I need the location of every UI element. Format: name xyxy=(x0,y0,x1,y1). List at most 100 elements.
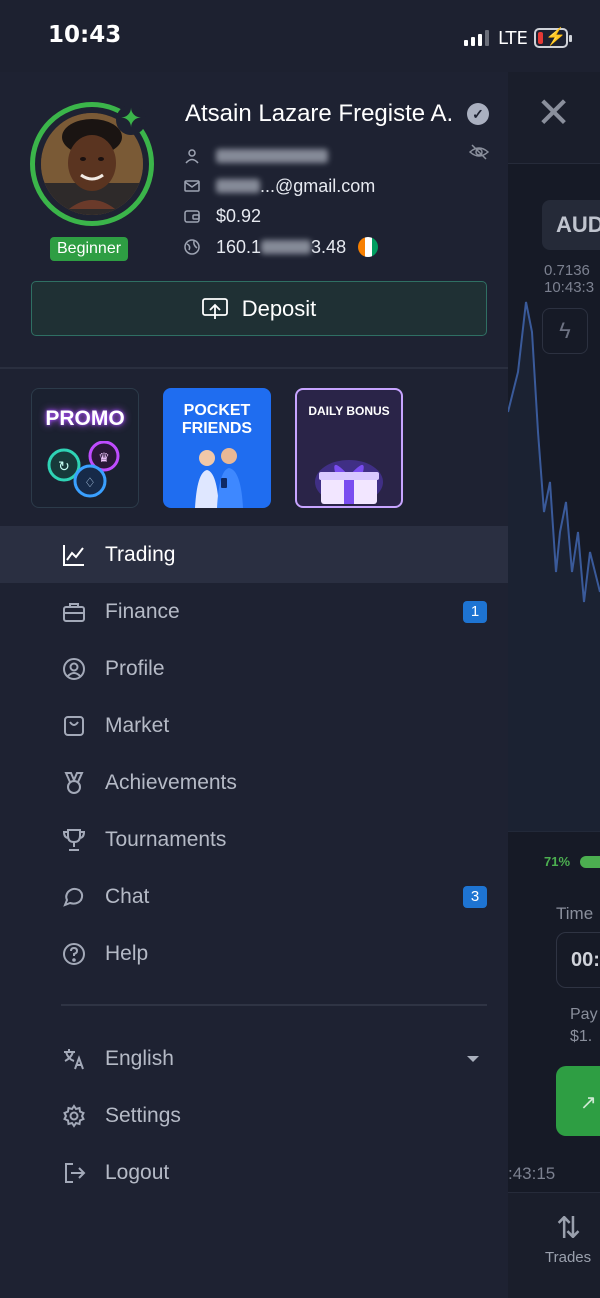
help-circle-icon xyxy=(63,942,85,965)
email-row: ...@gmail.com xyxy=(184,174,375,198)
svg-text:♢: ♢ xyxy=(84,476,96,491)
background-header: ✕ xyxy=(508,72,600,164)
gift-icon xyxy=(315,460,383,504)
svg-text:↻: ↻ xyxy=(58,459,70,475)
side-drawer: ✦ Beginner Atsain Lazare Fregiste A. ✓ .… xyxy=(0,72,508,1298)
level-star-icon: ✦ xyxy=(116,105,146,135)
promo-title: PROMO xyxy=(45,407,125,430)
pocket-friends-title: POCKET FRIENDS xyxy=(163,402,271,438)
arrow-up-right-icon: ↗ xyxy=(580,1092,597,1114)
avatar[interactable]: ✦ xyxy=(30,102,154,226)
pocket-friends-line2: FRIENDS xyxy=(181,420,253,437)
email-hidden xyxy=(216,179,260,193)
menu-label-finance: Finance xyxy=(105,599,180,623)
trades-icon[interactable]: ⇅ xyxy=(556,1211,581,1246)
menu-item-logout[interactable]: Logout xyxy=(0,1144,508,1201)
divider xyxy=(61,1004,487,1006)
menu-item-settings[interactable]: Settings xyxy=(0,1087,508,1144)
pocket-friends-line1: POCKET xyxy=(183,402,251,419)
user-icon xyxy=(184,148,200,164)
menu-label-logout: Logout xyxy=(105,1160,170,1184)
trades-tab[interactable]: Trades xyxy=(545,1249,591,1266)
time-input[interactable]: 00: xyxy=(556,932,600,988)
trophy-icon xyxy=(62,828,86,851)
gear-icon xyxy=(63,1103,85,1128)
close-icon[interactable]: ✕ xyxy=(536,92,571,134)
user-name: Atsain Lazare Fregiste A. xyxy=(185,100,454,127)
menu-item-chat[interactable]: Chat 3 xyxy=(0,868,508,925)
deposit-icon xyxy=(201,297,228,319)
user-id-row xyxy=(184,144,328,168)
user-id-hidden xyxy=(216,149,328,163)
network-type: LTE xyxy=(498,28,528,49)
asset-selector[interactable]: AUD xyxy=(542,200,600,250)
daily-bonus-title: DAILY BONUS xyxy=(308,404,390,418)
finance-count-badge: 1 xyxy=(463,600,487,623)
payout-percent: 71% xyxy=(544,854,571,869)
price-chart xyxy=(508,301,600,832)
deposit-label: Deposit xyxy=(241,295,317,321)
chart-clock: :43:15 xyxy=(508,1164,556,1183)
payout-info: Pay $1. xyxy=(570,1004,598,1048)
menu-label-profile: Profile xyxy=(105,656,165,680)
friends-illustration-icon xyxy=(195,448,243,508)
chart-line-icon xyxy=(63,544,84,566)
payout-label: Pay xyxy=(570,1006,598,1023)
menu-label-achievements: Achievements xyxy=(105,770,237,794)
menu-item-finance[interactable]: Finance 1 xyxy=(0,583,508,640)
chat-bubble-icon xyxy=(63,887,84,907)
shopping-bag-icon xyxy=(64,715,84,736)
menu-label-settings: Settings xyxy=(105,1103,181,1127)
daily-bonus-card[interactable]: DAILY BONUS xyxy=(295,388,403,508)
balance-value: $0.92 xyxy=(216,205,262,226)
battery-icon: ⚡ xyxy=(534,27,572,48)
menu-label-market: Market xyxy=(105,713,170,737)
user-circle-icon xyxy=(63,657,85,680)
menu-item-help[interactable]: Help xyxy=(0,925,508,982)
mail-icon xyxy=(184,178,200,194)
email-suffix: ...@gmail.com xyxy=(260,175,376,196)
signal-icon xyxy=(464,30,489,46)
menu-label-tournaments: Tournaments xyxy=(105,827,227,851)
ip-prefix: 160.1 xyxy=(216,236,262,257)
ip-suffix: 3.48 xyxy=(311,236,347,257)
ip-hidden xyxy=(261,240,312,254)
ip-row: 160.1 3.48 xyxy=(184,235,379,259)
deposit-button[interactable]: Deposit xyxy=(31,281,487,336)
wallet-icon xyxy=(184,208,200,224)
promo-gems-icon: ↻ ♛ ♢ xyxy=(47,441,120,498)
promo-card[interactable]: PROMO ↻ ♛ ♢ xyxy=(31,388,139,508)
menu-item-achievements[interactable]: Achievements xyxy=(0,754,508,811)
chat-count-badge: 3 xyxy=(463,885,487,908)
language-label: English xyxy=(105,1046,174,1070)
background-trading-screen: ✕ AUD 0.7136 10:43:3 ϟ 71% Time 00: Pay … xyxy=(508,72,600,1298)
menu-label-help: Help xyxy=(105,941,149,965)
time-label: Time xyxy=(556,904,594,923)
menu-label-trading: Trading xyxy=(105,542,176,566)
menu-item-market[interactable]: Market xyxy=(0,697,508,754)
briefcase-icon xyxy=(63,602,85,622)
menu-item-trading[interactable]: Trading xyxy=(0,526,508,583)
balance-row: $0.92 xyxy=(184,204,261,228)
payout-value: $1. xyxy=(570,1028,593,1045)
menu-item-profile[interactable]: Profile xyxy=(0,640,508,697)
payout-bar xyxy=(580,856,600,868)
status-time: 10:43 xyxy=(48,22,122,48)
menu-label-chat: Chat xyxy=(105,884,150,908)
level-badge: Beginner xyxy=(50,237,129,261)
medal-icon xyxy=(64,771,84,794)
translate-icon xyxy=(64,1048,84,1069)
eye-off-icon[interactable] xyxy=(469,144,489,160)
buy-button[interactable]: ↗ xyxy=(556,1066,600,1136)
bottom-tab-bar: ⇅ Trades xyxy=(508,1192,600,1298)
menu-item-tournaments[interactable]: Tournaments xyxy=(0,811,508,868)
logout-icon xyxy=(65,1162,86,1183)
divider xyxy=(0,367,508,369)
pocket-friends-card[interactable]: POCKET FRIENDS xyxy=(163,388,271,508)
chevron-down-icon xyxy=(467,1055,479,1062)
globe-icon xyxy=(184,239,200,255)
svg-text:♛: ♛ xyxy=(98,451,110,466)
status-bar: 10:43 LTE ⚡ xyxy=(0,0,600,72)
language-selector[interactable]: English xyxy=(0,1030,508,1087)
verified-icon: ✓ xyxy=(467,103,489,125)
